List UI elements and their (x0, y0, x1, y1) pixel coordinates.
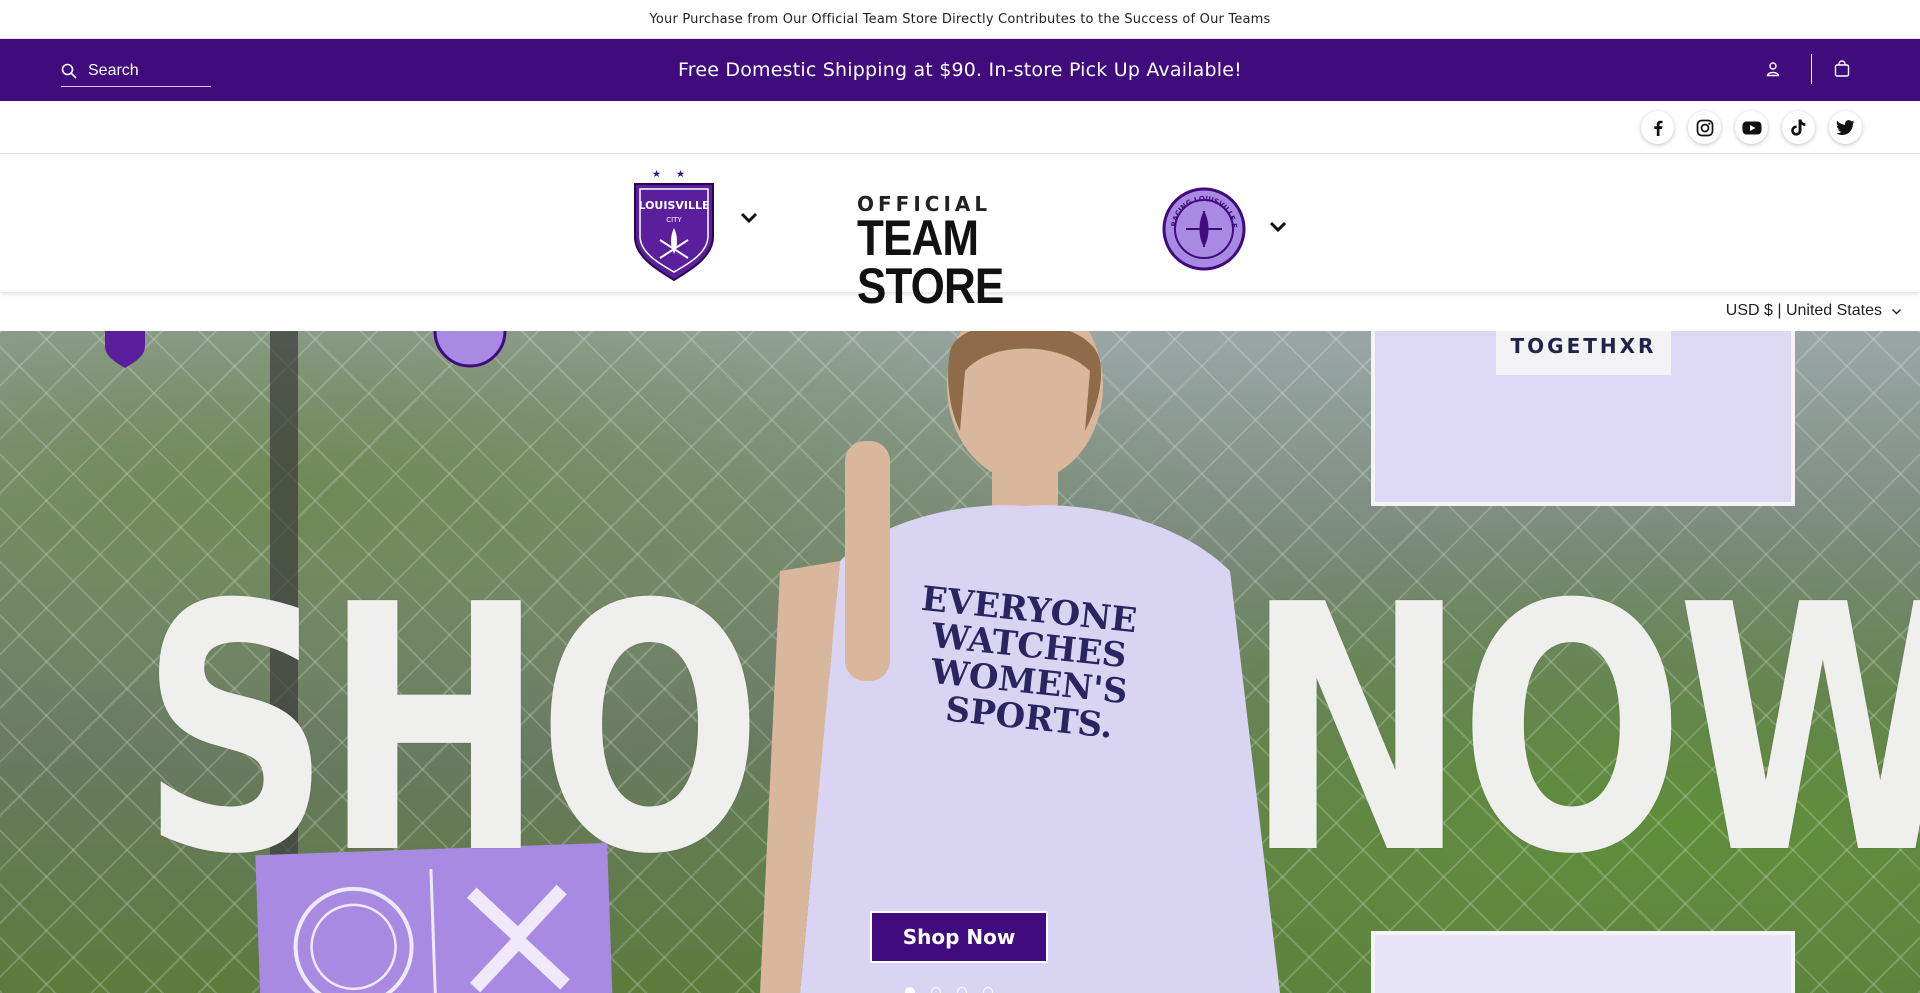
team-store-logo-big: TEAM STORE (857, 210, 1004, 314)
divider (1811, 54, 1812, 84)
shop-now-button[interactable]: Shop Now (870, 911, 1048, 963)
slide-dot-4[interactable] (983, 987, 993, 993)
twitter-icon[interactable] (1829, 111, 1862, 144)
hero-word-now: NOW (1245, 533, 1920, 929)
facebook-icon[interactable] (1641, 111, 1674, 144)
social-bar (0, 101, 1920, 154)
team-store-logo[interactable]: OFFICIAL TEAM STORE (857, 194, 1067, 314)
search-input[interactable]: Search (61, 56, 211, 87)
togethxr-label-card: TOGETHXR (1371, 331, 1795, 506)
tiktok-icon[interactable] (1782, 111, 1815, 144)
currency-selector[interactable]: USD $ | United States (1726, 292, 1902, 330)
announcement-text: Your Purchase from Our Official Team Sto… (649, 11, 1271, 27)
announcement-bar: Your Purchase from Our Official Team Sto… (0, 0, 1920, 39)
search-icon (61, 63, 77, 79)
chevron-down-icon[interactable] (1267, 215, 1289, 237)
cart-icon[interactable] (1832, 59, 1852, 79)
hero-logos (95, 331, 515, 385)
lcfc-logo-text: LOUISVILLE (638, 199, 709, 212)
youtube-icon[interactable] (1735, 111, 1768, 144)
shirt-card (1371, 931, 1795, 993)
hero-banner: TOGETHXR SHOP EVERYONE WATCHES WOMEN'S S… (0, 331, 1920, 993)
chevron-down-icon (1892, 308, 1901, 314)
chevron-down-icon[interactable] (738, 206, 760, 228)
lcfc-logo[interactable]: LOUISVILLE CITY (630, 162, 720, 286)
promo-bar: Free Domestic Shipping at $90. In-store … (0, 39, 1920, 101)
hero-model: EVERYONE WATCHES WOMEN'S SPORTS. (760, 331, 1280, 993)
togethxr-label: TOGETHXR (1496, 331, 1671, 375)
slide-dot-3[interactable] (957, 987, 967, 993)
instagram-icon[interactable] (1688, 111, 1721, 144)
promo-text: Free Domestic Shipping at $90. In-store … (678, 59, 1242, 81)
account-icon[interactable] (1763, 59, 1783, 79)
slide-dot-2[interactable] (931, 987, 941, 993)
logo-header: LOUISVILLE CITY OFFICIAL TEAM STORE RACI… (0, 154, 1920, 311)
rlfc-logo[interactable]: RACING LOUISVILLE FOOTBALL CLUB (1159, 181, 1246, 275)
slide-dots (905, 987, 993, 993)
lcfc-logo-sub: CITY (666, 216, 682, 224)
search-placeholder: Search (88, 62, 139, 79)
slide-dot-1[interactable] (905, 987, 915, 993)
currency-label: USD $ | United States (1725, 302, 1882, 319)
